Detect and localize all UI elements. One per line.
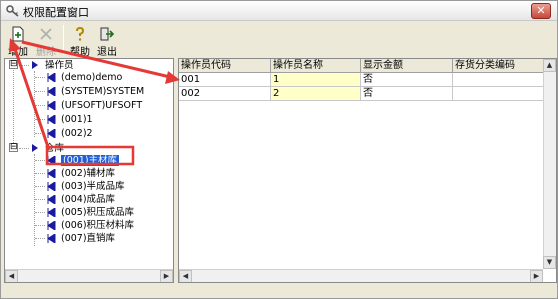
tree-connector xyxy=(35,199,45,200)
table-cell[interactable]: 否 xyxy=(361,87,453,101)
title-bar: 权限配置窗口 ✕ xyxy=(1,1,557,21)
tree-item[interactable]: (003)半成品库 xyxy=(61,180,125,193)
tree-item[interactable]: (004)成品库 xyxy=(61,193,115,206)
table-cell[interactable]: 1 xyxy=(271,73,361,87)
operator-icon xyxy=(47,87,56,96)
exit-button-label: 退出 xyxy=(97,47,117,58)
group-marker-icon xyxy=(32,144,38,152)
table-cell[interactable]: 否 xyxy=(361,73,453,87)
tree-connector xyxy=(35,133,45,134)
tree-item[interactable]: (demo)demo xyxy=(61,71,122,84)
tree-item[interactable]: (001)1 xyxy=(61,113,93,126)
grid-horizontal-scrollbar[interactable]: ◀ ▶ xyxy=(179,269,543,282)
table-cell[interactable] xyxy=(453,73,545,87)
scroll-right-button[interactable]: ▶ xyxy=(530,270,543,282)
warehouse-icon xyxy=(47,156,56,165)
operator-icon xyxy=(47,115,56,124)
add-button[interactable]: 增加 xyxy=(5,23,31,58)
tree-item-selected[interactable]: (001)主材库 xyxy=(61,154,120,167)
column-header[interactable]: 显示金额 xyxy=(361,59,453,73)
tree-connector xyxy=(34,154,35,246)
column-header[interactable]: 存货分类编码 xyxy=(453,59,545,73)
table-cell[interactable] xyxy=(453,87,545,101)
tree-horizontal-scrollbar[interactable]: ◀ ▶ xyxy=(5,269,173,282)
tree-connector xyxy=(35,119,45,120)
tree-item[interactable]: (SYSTEM)SYSTEM xyxy=(61,85,144,98)
help-button[interactable]: 帮助 xyxy=(67,23,93,58)
help-button-label: 帮助 xyxy=(70,47,90,58)
scroll-up-button[interactable]: ▲ xyxy=(543,59,556,72)
tree-expander-warehouses[interactable]: ⊟ xyxy=(9,143,18,152)
delete-icon xyxy=(40,28,52,40)
tree-item[interactable]: (002)2 xyxy=(61,127,93,140)
tree-connector xyxy=(35,105,45,106)
operator-icon xyxy=(47,129,56,138)
tree-item[interactable]: (UFSOFT)UFSOFT xyxy=(61,99,142,112)
add-button-label: 增加 xyxy=(8,47,28,58)
tree-connector xyxy=(35,212,45,213)
permission-config-window: 权限配置窗口 ✕ 增加 删除 帮助 退出 ⊟ 操作员 (demo)demo (S… xyxy=(0,0,558,299)
help-icon xyxy=(76,26,85,41)
close-button[interactable]: ✕ xyxy=(531,3,551,19)
tree-connector xyxy=(35,238,45,239)
column-header[interactable]: 操作员名称 xyxy=(271,59,361,73)
tree-item[interactable]: (002)辅材库 xyxy=(61,167,115,180)
operator-icon xyxy=(47,73,56,82)
tree-item[interactable]: (006)积压材料库 xyxy=(61,219,134,232)
tree-connector xyxy=(35,160,45,161)
scroll-right-button[interactable]: ▶ xyxy=(160,270,173,282)
toolbar: 增加 删除 帮助 退出 xyxy=(3,23,555,58)
warehouse-icon xyxy=(47,234,56,243)
key-icon xyxy=(6,5,19,17)
tree-connector xyxy=(35,77,45,78)
operator-icon xyxy=(47,101,56,110)
exit-icon xyxy=(100,27,115,41)
toolbar-separator xyxy=(63,25,64,55)
table-cell[interactable]: 002 xyxy=(179,87,271,101)
status-bar xyxy=(3,286,555,298)
permission-tree[interactable]: ⊟ 操作员 (demo)demo (SYSTEM)SYSTEM (UFSOFT)… xyxy=(4,58,174,283)
exit-button[interactable]: 退出 xyxy=(94,23,120,58)
grid-vertical-scrollbar[interactable]: ▲ ▼ xyxy=(543,59,556,269)
tree-connector xyxy=(35,91,45,92)
warehouse-icon xyxy=(47,169,56,178)
tree-connector xyxy=(35,186,45,187)
warehouse-icon xyxy=(47,182,56,191)
tree-item[interactable]: (007)直销库 xyxy=(61,232,115,245)
permission-grid[interactable]: 操作员代码 操作员名称 显示金额 存货分类编码 001 1 否 002 2 否 … xyxy=(178,58,557,283)
selected-item-label: (001)主材库 xyxy=(61,155,120,166)
tree-connector xyxy=(35,173,45,174)
tree-connector xyxy=(19,148,29,149)
table-cell[interactable]: 2 xyxy=(271,87,361,101)
tree-connector xyxy=(13,67,14,147)
column-header[interactable]: 操作员代码 xyxy=(179,59,271,73)
add-icon xyxy=(12,26,24,42)
delete-button[interactable]: 删除 xyxy=(33,23,59,58)
tree-item[interactable]: (005)积压成品库 xyxy=(61,206,134,219)
warehouse-icon xyxy=(47,195,56,204)
scroll-left-button[interactable]: ◀ xyxy=(179,270,192,282)
tree-connector xyxy=(34,71,35,137)
scroll-down-button[interactable]: ▼ xyxy=(543,256,556,269)
tree-connector xyxy=(19,65,29,66)
warehouse-icon xyxy=(47,208,56,217)
table-cell[interactable]: 001 xyxy=(179,73,271,87)
scroll-left-button[interactable]: ◀ xyxy=(5,270,18,282)
tree-expander-operators[interactable]: ⊟ xyxy=(9,60,18,69)
delete-button-label: 删除 xyxy=(36,47,56,58)
window-title: 权限配置窗口 xyxy=(23,6,89,19)
tree-connector xyxy=(35,225,45,226)
group-marker-icon xyxy=(32,61,38,69)
warehouse-icon xyxy=(47,221,56,230)
